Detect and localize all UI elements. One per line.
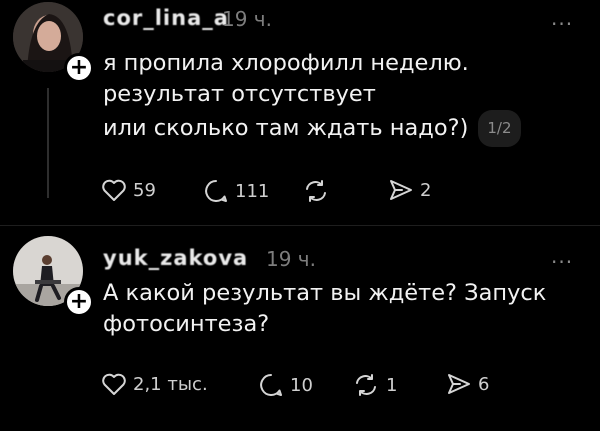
- comment-button[interactable]: 111: [203, 178, 269, 204]
- comment-count: 10: [290, 374, 313, 396]
- like-button[interactable]: 2,1 тыс.: [101, 372, 208, 396]
- post-time: 19 ч.: [266, 247, 316, 271]
- more-icon[interactable]: ...: [551, 244, 573, 268]
- comment-count: 111: [235, 180, 270, 202]
- post-time: 19 ч.: [222, 7, 272, 31]
- repost-count: 1: [386, 374, 398, 396]
- repost-icon: [356, 374, 376, 396]
- post-2: + yuk_zakova 19 ч. ... А какой результат…: [0, 226, 600, 431]
- heart-icon: [102, 373, 126, 395]
- share-button[interactable]: 6: [446, 372, 489, 396]
- username[interactable]: yuk_zakova: [103, 246, 248, 270]
- like-button[interactable]: 59: [101, 178, 156, 202]
- comment-button[interactable]: 10: [258, 372, 313, 398]
- post-text: А какой результат вы ждёте? Запуск фотос…: [103, 278, 546, 340]
- post-1: + сor_lina_a 19 ч. ... я пропила хлорофи…: [0, 0, 600, 225]
- share-icon: [390, 180, 412, 200]
- repost-icon: [306, 180, 326, 202]
- post-line: фотосинтеза?: [103, 311, 270, 337]
- page-badge[interactable]: 1/2: [478, 110, 521, 147]
- repost-button[interactable]: [302, 178, 336, 204]
- thread-line: [47, 88, 49, 198]
- share-icon: [448, 374, 470, 394]
- heart-icon: [102, 179, 126, 201]
- post-line: или сколько там ждать надо?) 1/2: [103, 110, 521, 147]
- follow-plus-icon[interactable]: +: [64, 287, 94, 317]
- post-line: я пропила хлорофилл неделю.: [103, 50, 469, 76]
- post-text: я пропила хлорофилл неделю. результат от…: [103, 48, 521, 147]
- comment-icon: [260, 374, 282, 396]
- share-count: 6: [478, 373, 490, 395]
- comment-icon: [205, 180, 227, 202]
- post-line: А какой результат вы ждёте? Запуск: [103, 280, 547, 306]
- share-button[interactable]: 2: [388, 178, 431, 202]
- more-icon[interactable]: ...: [551, 6, 573, 30]
- like-count: 59: [133, 179, 156, 201]
- repost-button[interactable]: 1: [352, 372, 397, 398]
- share-count: 2: [420, 179, 432, 201]
- follow-plus-icon[interactable]: +: [64, 53, 94, 83]
- post-line: результат отсутствует: [103, 81, 376, 107]
- username[interactable]: сor_lina_a: [103, 6, 229, 30]
- like-count: 2,1 тыс.: [133, 373, 208, 395]
